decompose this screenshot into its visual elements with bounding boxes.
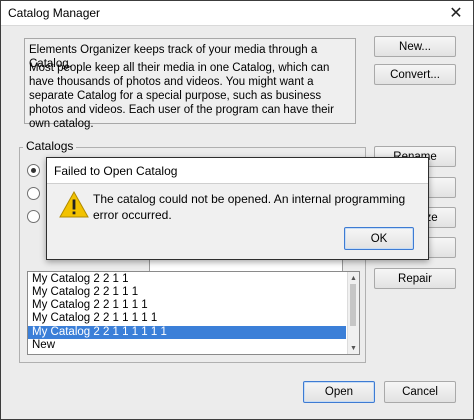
radio-option-3[interactable] — [27, 210, 40, 223]
list-item[interactable]: My Catalog 2 2 1 1 1 1 1 — [28, 312, 346, 325]
window-title: Catalog Manager — [8, 6, 101, 20]
radio-option-1[interactable] — [27, 164, 40, 177]
list-item[interactable]: My Catalog 2 2 1 1 — [28, 273, 346, 286]
info-panel: Elements Organizer keeps track of your m… — [24, 38, 356, 130]
new-button[interactable]: New... — [374, 36, 456, 57]
convert-button[interactable]: Convert... — [374, 64, 456, 85]
radio-option-2[interactable] — [27, 187, 40, 200]
dialog-message-line-2: error occurred. — [93, 208, 172, 222]
dialog-message: The catalog could not be opened. An inte… — [93, 191, 413, 223]
dialog-title: Failed to Open Catalog — [54, 164, 178, 178]
open-button[interactable]: Open — [303, 381, 375, 403]
list-item[interactable]: My Catalog 2 2 1 1 1 — [28, 286, 346, 299]
catalog-list[interactable]: My Catalog 2 2 1 1 My Catalog 2 2 1 1 1 … — [27, 271, 360, 355]
error-dialog: Failed to Open Catalog The catalog could… — [46, 157, 429, 260]
info-line-2: Most people keep all their media in one … — [29, 62, 334, 130]
title-bar[interactable]: Catalog Manager ✕ — [1, 1, 473, 26]
scroll-thumb[interactable] — [350, 284, 356, 326]
scroll-up-icon[interactable]: ▲ — [348, 273, 359, 283]
dialog-message-line-1: The catalog could not be opened. An inte… — [93, 192, 406, 206]
ok-button[interactable]: OK — [344, 227, 414, 250]
list-item[interactable]: My Catalog 2 2 1 1 1 1 — [28, 299, 346, 312]
repair-button[interactable]: Repair — [374, 268, 456, 289]
list-item[interactable]: New — [28, 339, 346, 352]
list-item-selected[interactable]: My Catalog 2 2 1 1 1 1 1 1 — [28, 326, 346, 339]
catalog-manager-window: Catalog Manager ✕ Elements Organizer kee… — [0, 0, 474, 420]
dialog-title-bar[interactable]: Failed to Open Catalog — [47, 158, 428, 184]
catalogs-label: Catalogs — [23, 139, 77, 153]
list-scrollbar[interactable]: ▲ ▼ — [347, 272, 359, 354]
scroll-down-icon[interactable]: ▼ — [348, 343, 359, 353]
warning-icon — [59, 191, 89, 218]
cancel-button[interactable]: Cancel — [384, 381, 456, 403]
close-icon[interactable]: ✕ — [443, 3, 469, 22]
